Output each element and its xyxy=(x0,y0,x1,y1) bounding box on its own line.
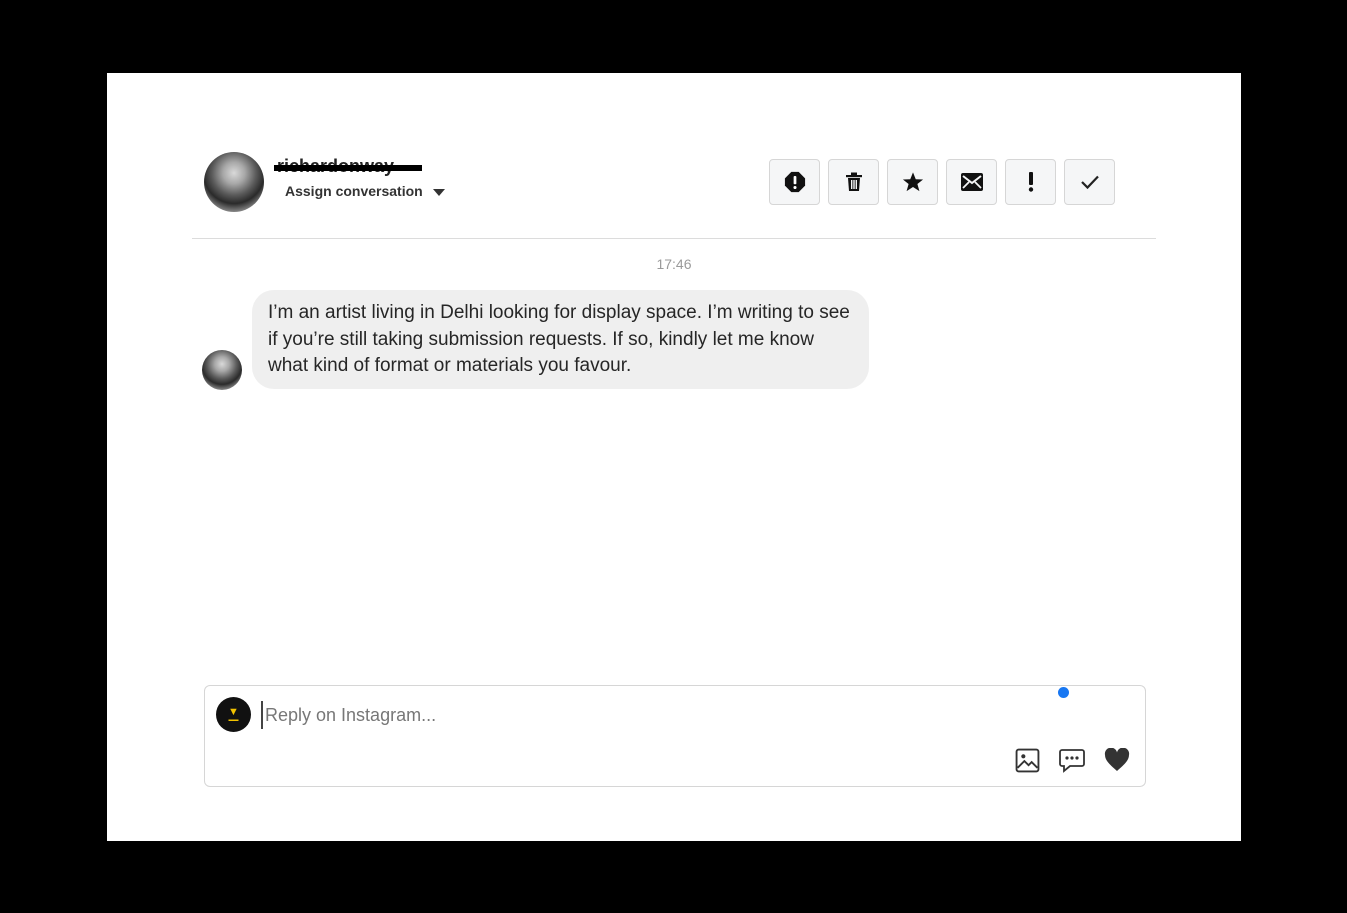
status-dot xyxy=(1058,687,1069,698)
saved-replies-button[interactable] xyxy=(1059,747,1085,773)
conversation-actions xyxy=(769,159,1115,205)
checkmark-icon xyxy=(1080,175,1099,190)
account-avatar: ▼ ▬▬ xyxy=(216,697,251,732)
image-icon xyxy=(1015,748,1039,772)
envelope-icon xyxy=(960,173,983,191)
reply-input[interactable] xyxy=(261,701,1025,729)
attach-image-button[interactable] xyxy=(1014,747,1040,773)
saved-replies-icon xyxy=(1059,748,1085,773)
exclamation-icon xyxy=(1028,172,1033,192)
sender-avatar[interactable] xyxy=(202,350,242,390)
assign-conversation-label: Assign conversation xyxy=(285,183,423,199)
message-bubble[interactable]: I’m an artist living in Delhi looking fo… xyxy=(252,290,869,389)
composer-tools xyxy=(1014,747,1130,773)
heart-icon xyxy=(1104,748,1130,771)
done-button[interactable] xyxy=(1064,159,1115,205)
message-timestamp: 17:46 xyxy=(656,256,692,272)
star-icon xyxy=(902,172,923,192)
reply-composer: ▼ ▬▬ xyxy=(204,685,1146,787)
star-button[interactable] xyxy=(887,159,938,205)
brand-logo-mark: ▬▬ xyxy=(228,716,239,723)
like-button[interactable] xyxy=(1104,747,1130,773)
spam-button[interactable] xyxy=(769,159,820,205)
caret-down-icon xyxy=(432,189,445,196)
alert-octagon-icon xyxy=(784,171,805,193)
assign-conversation-dropdown[interactable]: Assign conversation xyxy=(285,183,445,199)
mark-unread-button[interactable] xyxy=(946,159,997,205)
redaction-bar xyxy=(274,165,422,171)
header-divider xyxy=(192,238,1156,239)
delete-button[interactable] xyxy=(828,159,879,205)
conversation-panel: richardonway Assign conversation xyxy=(107,73,1241,841)
brand-logo-icon: ▼ xyxy=(228,705,239,718)
contact-avatar[interactable] xyxy=(204,152,264,212)
flag-button[interactable] xyxy=(1005,159,1056,205)
trash-icon xyxy=(845,172,862,191)
